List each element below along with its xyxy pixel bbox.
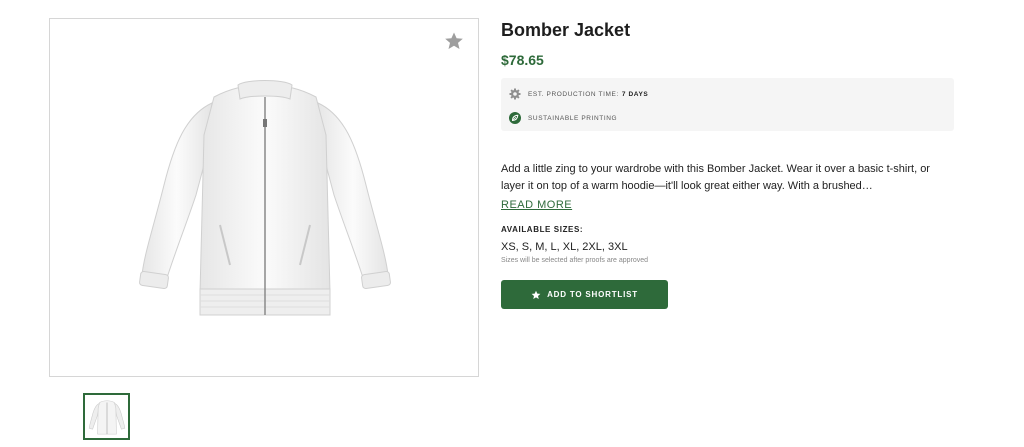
product-description: Add a little zing to your wardrobe with … — [501, 163, 930, 192]
sustainable-printing-row: SUSTAINABLE PRINTING — [509, 110, 946, 126]
product-info-box: EST. PRODUCTION TIME: 7 DAYS SUSTAINABLE… — [501, 78, 954, 131]
jacket-thumbnail-image — [88, 399, 125, 434]
add-to-shortlist-button[interactable]: ADD TO SHORTLIST — [501, 280, 668, 309]
production-time-row: EST. PRODUCTION TIME: 7 DAYS — [509, 86, 946, 102]
available-sizes-list: XS, S, M, L, XL, 2XL, 3XL — [501, 241, 628, 253]
leaf-icon — [509, 112, 521, 124]
production-time-value: 7 DAYS — [621, 90, 649, 98]
add-to-shortlist-label: ADD TO SHORTLIST — [547, 290, 638, 299]
sustainable-printing-label: SUSTAINABLE PRINTING — [528, 114, 618, 122]
jacket-image — [139, 80, 391, 316]
product-price: $78.65 — [501, 52, 544, 68]
product-page: Bomber Jacket $78.65 EST. PRODUCTION TIM… — [0, 0, 1024, 447]
product-main-image[interactable] — [49, 18, 479, 377]
product-thumbnail[interactable] — [83, 393, 130, 440]
favorite-star-icon[interactable] — [444, 31, 464, 51]
production-time-label: EST. PRODUCTION TIME: — [528, 90, 619, 98]
product-title: Bomber Jacket — [501, 20, 631, 40]
gear-icon — [509, 88, 521, 100]
product-details: Bomber Jacket $78.65 EST. PRODUCTION TIM… — [501, 18, 955, 309]
sizes-note: Sizes will be selected after proofs are … — [501, 257, 649, 264]
read-more-link[interactable]: READ MORE — [501, 198, 572, 212]
available-sizes-heading: AVAILABLE SIZES: — [501, 225, 584, 234]
star-icon — [531, 290, 541, 299]
